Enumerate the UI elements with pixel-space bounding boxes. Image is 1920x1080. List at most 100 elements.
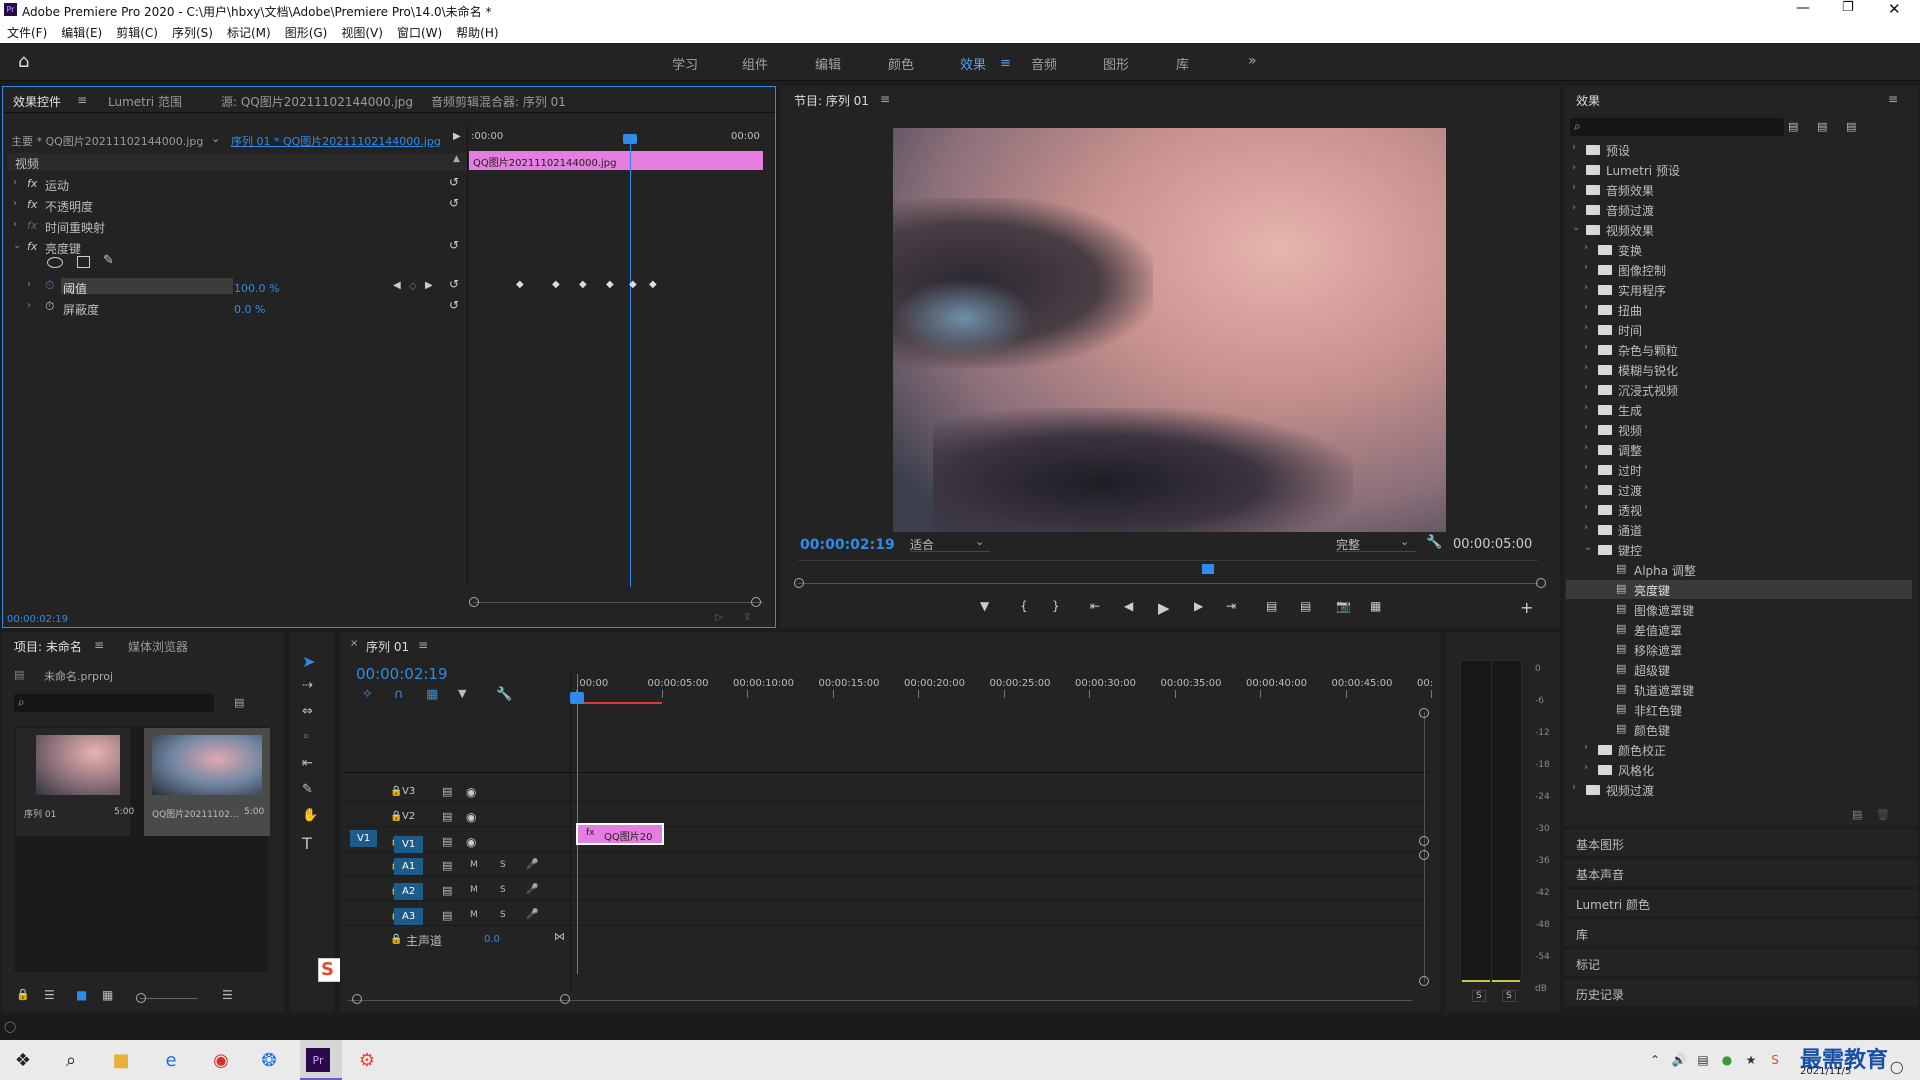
selection-tool-icon[interactable]: ➤ bbox=[302, 652, 315, 671]
mute-a3-button[interactable]: M bbox=[470, 910, 478, 920]
yuv-effects-icon[interactable]: ▤ bbox=[1846, 120, 1856, 133]
track-target-a2[interactable]: A2 bbox=[394, 883, 424, 900]
zoom-handle-left[interactable] bbox=[469, 597, 479, 607]
expand-fx-icon-0[interactable]: › bbox=[13, 177, 17, 188]
icon-view-icon[interactable]: ■ bbox=[76, 988, 87, 1002]
timeline-menu-icon[interactable]: ≡ bbox=[418, 638, 428, 652]
keyframe-5[interactable]: ◆ bbox=[649, 279, 657, 290]
tree-chevron-icon-10[interactable]: › bbox=[1584, 342, 1588, 353]
tree-chevron-icon-0[interactable]: › bbox=[1572, 142, 1576, 153]
menu-item-4[interactable]: 标记(M) bbox=[220, 21, 278, 44]
program-ruler[interactable] bbox=[798, 560, 1538, 561]
rectangle-mask-icon[interactable] bbox=[77, 256, 90, 268]
program-video-frame[interactable] bbox=[893, 128, 1446, 532]
stopwatch-threshold-icon[interactable]: ⏱ bbox=[45, 278, 54, 293]
master-expand-icon[interactable]: ⋈ bbox=[554, 930, 565, 943]
next-keyframe-icon[interactable]: ▶ bbox=[425, 280, 433, 291]
go-to-in-icon[interactable]: ⇤ bbox=[1090, 599, 1100, 613]
delete-icon[interactable]: 🗑 bbox=[1876, 808, 1890, 821]
effects-title[interactable]: 效果 bbox=[1576, 92, 1600, 109]
sogou-tray-icon[interactable]: S bbox=[1760, 1046, 1790, 1074]
tree-chevron-icon-13[interactable]: › bbox=[1584, 402, 1588, 413]
tree-chevron-icon-19[interactable]: › bbox=[1584, 522, 1588, 533]
param-threshold-value[interactable]: 100.0 % bbox=[234, 282, 279, 295]
restore-button[interactable]: ❐ bbox=[1842, 0, 1854, 15]
master-track-value[interactable]: 0.0 bbox=[484, 934, 500, 945]
reset-threshold-icon[interactable]: ↺ bbox=[449, 277, 459, 291]
workspace-tab-4[interactable]: 效果 bbox=[960, 54, 986, 73]
fx-badge-icon-2[interactable]: fx bbox=[27, 219, 37, 232]
fx-badge-icon-0[interactable]: fx bbox=[27, 177, 37, 190]
linked-selection-icon[interactable]: ▦ bbox=[426, 687, 438, 702]
edge-icon[interactable]: e bbox=[156, 1046, 186, 1074]
mark-in-icon[interactable]: { bbox=[1020, 599, 1028, 613]
menu-item-2[interactable]: 剪辑(C) bbox=[109, 21, 165, 44]
expand-threshold-icon[interactable]: › bbox=[27, 279, 31, 290]
pen-mask-icon[interactable]: ✎ bbox=[103, 253, 114, 268]
new-bin-search-icon[interactable]: ▤ bbox=[234, 696, 244, 709]
step-back-icon[interactable]: ◀ bbox=[1124, 599, 1133, 613]
home-icon[interactable]: ⌂ bbox=[18, 51, 29, 72]
add-button-icon[interactable]: + bbox=[1520, 598, 1533, 617]
sogou-logo-icon[interactable]: S bbox=[321, 959, 334, 980]
fx-badge-icon-1[interactable]: fx bbox=[27, 198, 37, 211]
tree-chevron-icon-16[interactable]: › bbox=[1584, 462, 1588, 473]
keyframe-2[interactable]: ◆ bbox=[579, 279, 587, 290]
mic-a3-icon[interactable]: 🎤 bbox=[526, 909, 538, 920]
program-title[interactable]: 节目: 序列 01 bbox=[794, 92, 869, 109]
tree-chevron-icon-17[interactable]: › bbox=[1584, 482, 1588, 493]
keyframe-4[interactable]: ◆ bbox=[629, 279, 637, 290]
chrome-icon[interactable]: ◉ bbox=[206, 1046, 236, 1074]
workspace-menu-icon[interactable]: ≡ bbox=[1000, 56, 1011, 71]
dropdown-icon[interactable]: ⌄ bbox=[211, 132, 220, 145]
mute-a1-button[interactable]: M bbox=[470, 860, 478, 870]
minimize-button[interactable]: — bbox=[1796, 0, 1810, 16]
feather-app-icon[interactable]: ❂ bbox=[254, 1046, 284, 1074]
ellipse-mask-icon[interactable] bbox=[47, 257, 63, 268]
solo-a3-button[interactable]: S bbox=[500, 910, 506, 920]
sync-lock-v1-icon[interactable]: ▤ bbox=[442, 835, 452, 848]
freeform-view-icon[interactable]: ▦ bbox=[102, 988, 113, 1002]
accelerated-effects-icon[interactable]: ▤ bbox=[1788, 120, 1798, 133]
sync-lock-v3-icon[interactable]: ▤ bbox=[442, 785, 452, 798]
vscroll-bottom[interactable] bbox=[1419, 976, 1429, 986]
track-target-a1[interactable]: A1 bbox=[394, 858, 424, 875]
expand-fx-icon-1[interactable]: › bbox=[13, 198, 17, 209]
solo-a1-button[interactable]: S bbox=[500, 860, 506, 870]
sync-lock-a1-icon[interactable]: ▤ bbox=[442, 859, 452, 872]
workspace-tab-5[interactable]: 音频 bbox=[1031, 54, 1057, 73]
add-marker-icon[interactable]: ▼ bbox=[458, 687, 466, 700]
hscroll-right-handle[interactable] bbox=[560, 994, 570, 1004]
extract-icon[interactable]: ▤ bbox=[1300, 599, 1311, 613]
zoom-handle-right[interactable] bbox=[751, 597, 761, 607]
track-target-a3[interactable]: A3 bbox=[394, 908, 424, 925]
type-tool-icon[interactable]: T bbox=[302, 834, 312, 853]
tab-source[interactable]: 源: QQ图片20211102144000.jpg bbox=[221, 93, 413, 110]
fx-badge-icon-3[interactable]: fx bbox=[27, 240, 37, 253]
step-forward-icon[interactable]: ▶ bbox=[1194, 599, 1203, 613]
keyframe-0[interactable]: ◆ bbox=[516, 279, 524, 290]
notification-icon[interactable]: ◯ bbox=[1890, 1060, 1903, 1074]
workspace-tab-0[interactable]: 学习 bbox=[672, 54, 698, 73]
tab-menu-icon[interactable]: ≡ bbox=[77, 93, 87, 107]
compare-icon[interactable]: ▦ bbox=[1370, 599, 1381, 613]
play-icon[interactable]: ▶ bbox=[1158, 599, 1170, 617]
playhead-handle[interactable] bbox=[623, 134, 637, 144]
tree-chevron-icon-4[interactable]: ⌄ bbox=[1572, 222, 1580, 233]
workspace-tab-7[interactable]: 库 bbox=[1176, 54, 1189, 73]
zoom-slider-handle[interactable] bbox=[136, 993, 146, 1003]
play-clip-icon[interactable]: ▶ bbox=[453, 131, 461, 142]
timeline-settings-icon[interactable]: 🔧 bbox=[496, 687, 512, 702]
timeline-tab[interactable]: 序列 01 bbox=[366, 638, 409, 655]
param-mask-value[interactable]: 0.0 % bbox=[234, 303, 265, 316]
workspace-tab-3[interactable]: 颜色 bbox=[888, 54, 914, 73]
track-target-v3[interactable]: V3 bbox=[402, 786, 415, 797]
vscroll-mid2[interactable] bbox=[1419, 850, 1429, 860]
program-zoom-left[interactable] bbox=[794, 578, 804, 588]
ripple-edit-tool-icon[interactable]: ⇔ bbox=[302, 704, 313, 719]
list-view-icon[interactable]: ☰ bbox=[44, 988, 55, 1002]
lock-v3-icon[interactable]: 🔒 bbox=[390, 786, 402, 797]
source-patch-v1[interactable]: V1 bbox=[350, 830, 378, 847]
track-select-tool-icon[interactable]: ⇢ bbox=[302, 678, 313, 693]
32bit-effects-icon[interactable]: ▤ bbox=[1817, 120, 1827, 133]
